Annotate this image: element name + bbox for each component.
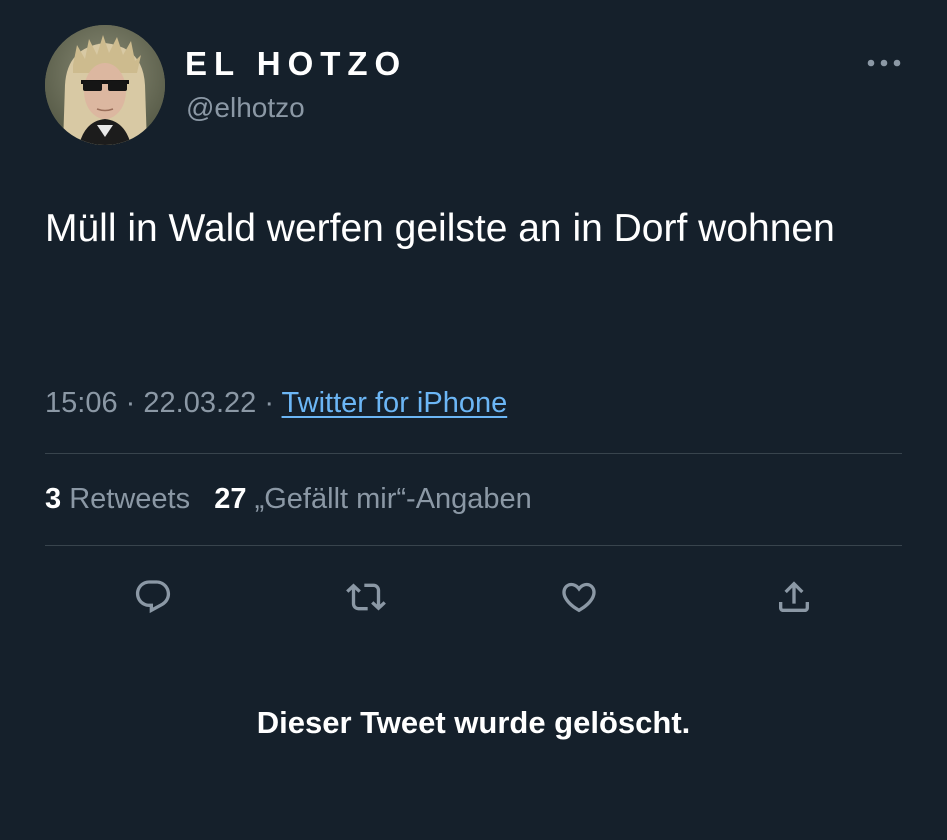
like-icon xyxy=(562,582,596,613)
avatar[interactable] xyxy=(45,25,165,145)
meta-separator: · xyxy=(264,387,274,419)
deleted-notice: Dieser Tweet wurde gelöscht. xyxy=(256,705,691,740)
retweet-icon xyxy=(346,583,386,611)
divider xyxy=(45,453,902,454)
retweets-label: Retweets xyxy=(69,483,191,515)
reply-icon xyxy=(135,580,171,614)
tweet-card: EL HOTZO @elhotzo Müll in Wald werfen ge… xyxy=(0,0,947,840)
tweet-stats: 3 Retweets 27 „Gefällt mir“-Angaben xyxy=(45,478,532,520)
reply-button[interactable] xyxy=(129,573,177,621)
retweet-button[interactable] xyxy=(342,573,390,621)
like-button[interactable] xyxy=(555,573,603,621)
divider xyxy=(45,545,902,546)
likes-count: 27 xyxy=(214,483,247,515)
more-options-button[interactable] xyxy=(862,50,906,76)
retweets-stat[interactable]: 3 Retweets xyxy=(45,483,190,515)
avatar-image xyxy=(45,25,165,145)
meta-separator: · xyxy=(125,387,136,419)
tweet-text: Müll in Wald werfen geilste an in Dorf w… xyxy=(45,207,835,250)
likes-label: „Gefällt mir“-Angaben xyxy=(254,483,532,515)
tweet-source-link[interactable]: Twitter for iPhone xyxy=(282,387,508,419)
retweets-count: 3 xyxy=(45,483,62,515)
share-icon xyxy=(779,581,809,612)
tweet-time: 15:06 xyxy=(45,387,118,419)
share-button[interactable] xyxy=(770,573,818,621)
author-handle[interactable]: @elhotzo xyxy=(186,90,305,126)
author-display-name[interactable]: EL HOTZO xyxy=(185,44,407,84)
tweet-meta: 15:06 · 22.03.22 · Twitter for iPhone xyxy=(45,382,507,424)
tweet-date: 22.03.22 xyxy=(143,387,257,419)
likes-stat[interactable]: 27 „Gefällt mir“-Angaben xyxy=(214,483,532,515)
more-dots-icon xyxy=(867,59,901,67)
